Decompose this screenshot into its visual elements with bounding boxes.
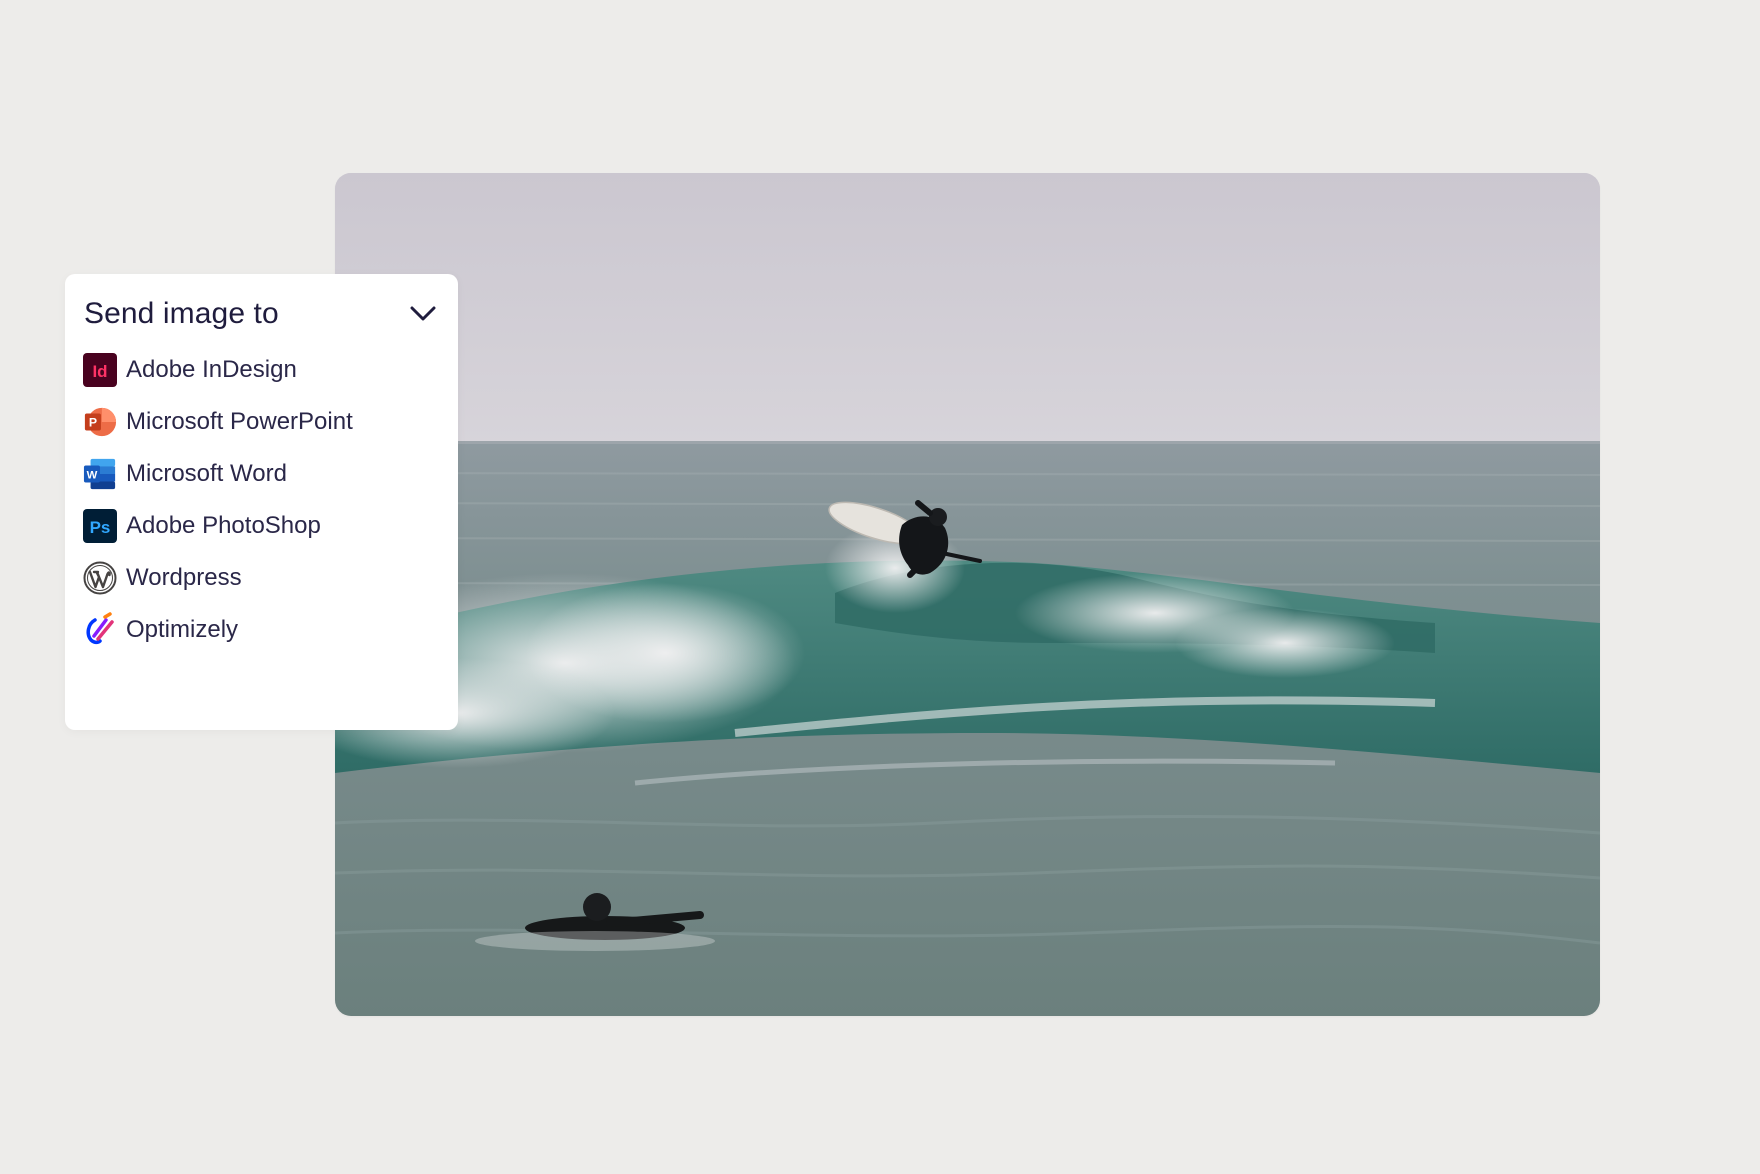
svg-text:Id: Id — [92, 362, 107, 381]
canvas: Send image to Id Adobe InDesign P Micros… — [0, 0, 1760, 1174]
menu-item-label: Adobe InDesign — [126, 356, 297, 383]
send-image-dropdown[interactable]: Send image to — [83, 292, 440, 336]
adobe-indesign-icon: Id — [83, 353, 117, 387]
chevron-down-icon[interactable] — [408, 299, 438, 329]
menu-item-label: Wordpress — [126, 564, 242, 591]
adobe-photoshop-icon: Ps — [83, 509, 117, 543]
surfing-photo — [335, 173, 1600, 1016]
menu-item-optimizely[interactable]: Optimizely — [83, 604, 440, 656]
menu-item-label: Optimizely — [126, 616, 239, 643]
svg-text:P: P — [89, 416, 97, 430]
svg-text:Ps: Ps — [90, 518, 111, 537]
microsoft-word-icon: W — [83, 457, 117, 491]
panel-title: Send image to — [84, 297, 279, 330]
menu-item-label: Microsoft Word — [126, 460, 287, 487]
menu-item-label: Microsoft PowerPoint — [126, 408, 353, 435]
menu-item-microsoft-word[interactable]: W Microsoft Word — [83, 448, 440, 500]
wordpress-icon — [83, 561, 117, 595]
menu-item-label: Adobe PhotoShop — [126, 512, 321, 539]
menu-item-microsoft-powerpoint[interactable]: P Microsoft PowerPoint — [83, 396, 440, 448]
menu-item-wordpress[interactable]: Wordpress — [83, 552, 440, 604]
svg-text:W: W — [87, 470, 98, 482]
send-image-panel: Send image to Id Adobe InDesign P Micros… — [65, 274, 458, 730]
destination-list: Id Adobe InDesign P Microsoft PowerPoint — [83, 344, 440, 656]
microsoft-powerpoint-icon: P — [83, 405, 117, 439]
menu-item-adobe-indesign[interactable]: Id Adobe InDesign — [83, 344, 440, 396]
optimizely-icon — [83, 612, 117, 647]
menu-item-adobe-photoshop[interactable]: Ps Adobe PhotoShop — [83, 500, 440, 552]
